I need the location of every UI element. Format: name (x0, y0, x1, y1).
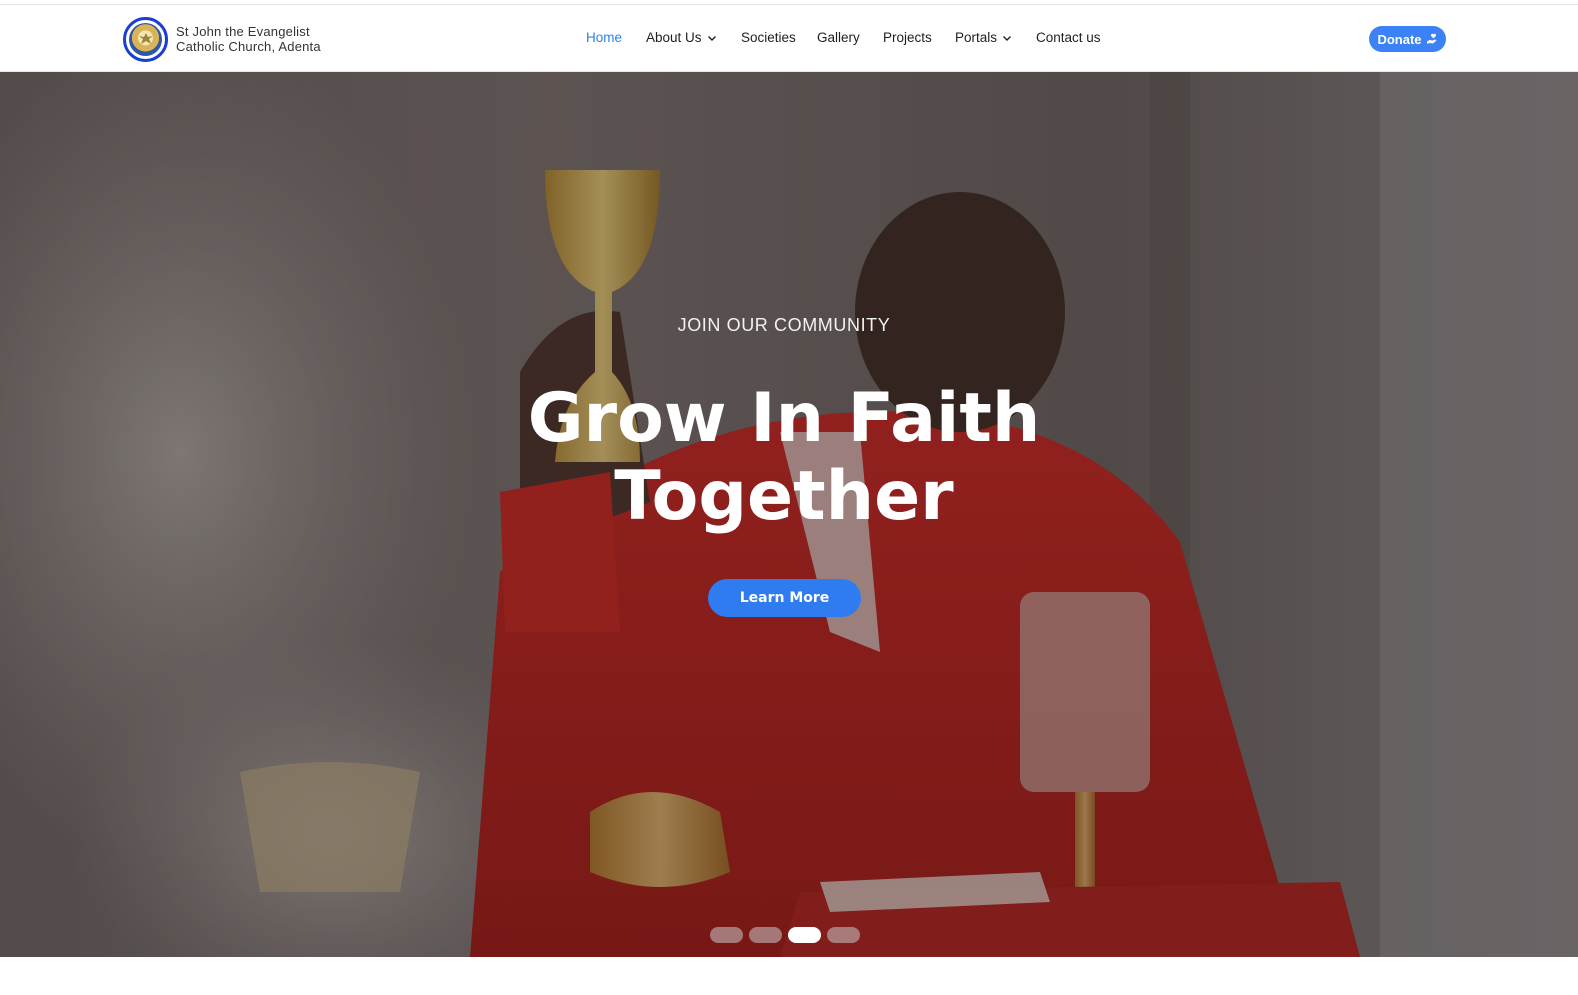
slide-dot-3[interactable] (788, 927, 821, 943)
slider-pagination (710, 927, 860, 943)
nav-portals-label: Portals (955, 30, 998, 45)
navbar: St John the Evangelist Catholic Church, … (0, 5, 1578, 72)
nav-contact-us-label: Contact us (1036, 30, 1101, 45)
hero-title-line-2: Together (614, 457, 954, 536)
nav-projects[interactable]: Projects (883, 30, 932, 45)
chevron-down-icon (707, 35, 716, 41)
nav-about-us[interactable]: About Us (646, 30, 717, 45)
hero-eyebrow: JOIN OUR COMMUNITY (677, 315, 891, 335)
hero-slider: JOIN OUR COMMUNITY Grow In Faith Togethe… (0, 72, 1578, 957)
nav-societies[interactable]: Societies (741, 30, 796, 45)
nav-home[interactable]: Home (586, 30, 622, 45)
hand-heart-icon (1426, 33, 1437, 44)
hero-title-line-1: Grow In Faith (527, 379, 1041, 458)
nav-about-us-label: About Us (646, 30, 702, 45)
nav-societies-label: Societies (741, 30, 796, 45)
learn-more-button[interactable]: Learn More (708, 579, 861, 617)
main-nav: Home About Us Societies Gallery Projects… (0, 5, 1578, 72)
hero-title: Grow In Faith Together (0, 380, 1568, 536)
chevron-down-icon (1003, 35, 1012, 41)
nav-gallery[interactable]: Gallery (817, 30, 860, 45)
slide-dot-2[interactable] (749, 927, 782, 943)
slide-dot-1[interactable] (710, 927, 743, 943)
nav-projects-label: Projects (883, 30, 932, 45)
nav-gallery-label: Gallery (817, 30, 860, 45)
nav-home-label: Home (586, 30, 623, 45)
nav-portals[interactable]: Portals (955, 30, 1012, 45)
donate-label: Donate (1377, 31, 1422, 47)
slide-dot-4[interactable] (827, 927, 860, 943)
nav-contact-us[interactable]: Contact us (1036, 30, 1101, 45)
donate-button[interactable]: Donate (1369, 26, 1446, 52)
